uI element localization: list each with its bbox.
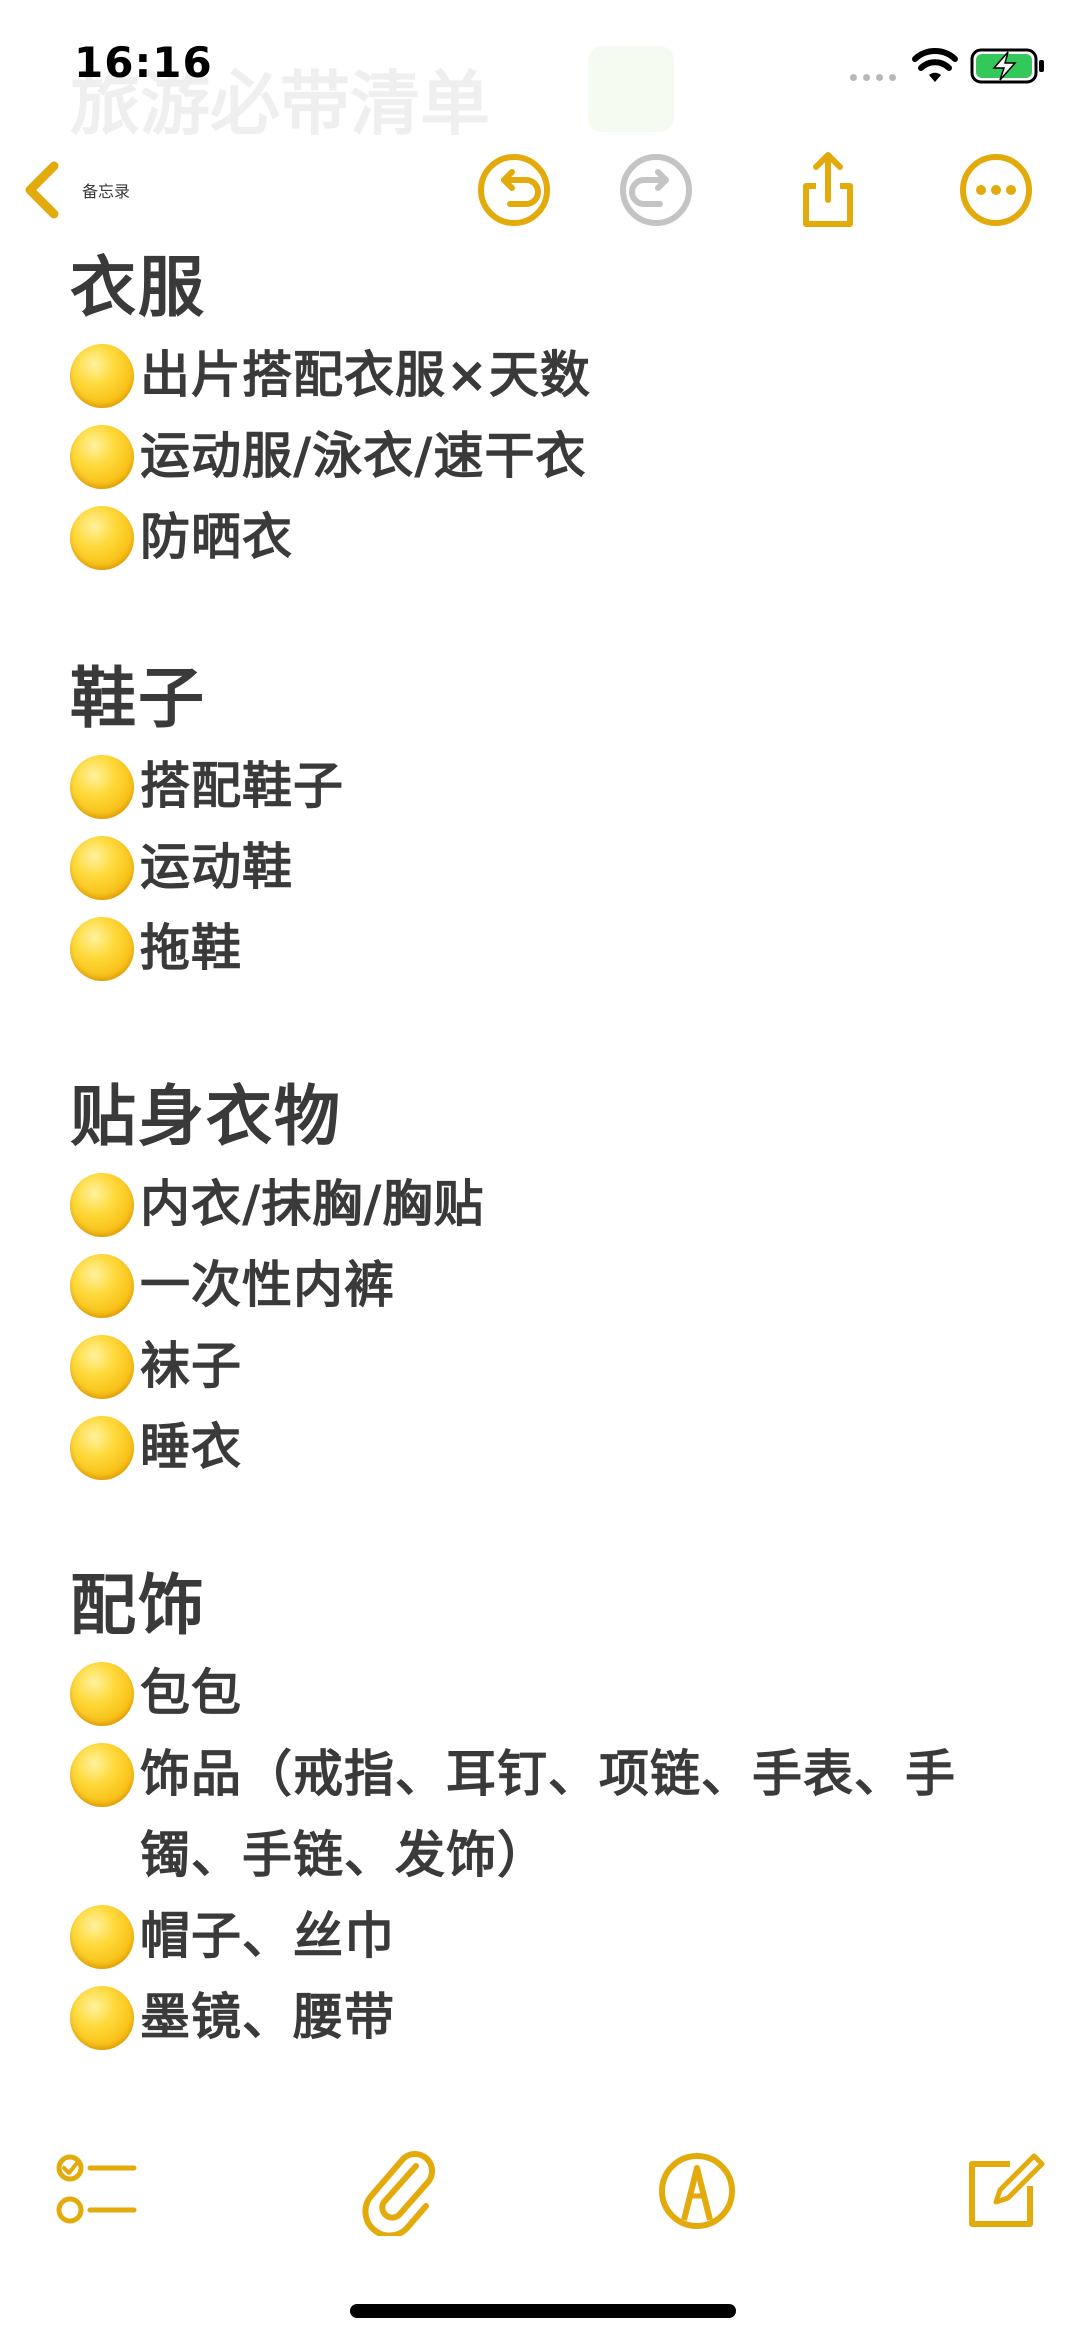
markup-button[interactable]: [652, 2146, 742, 2236]
yellow-circle-icon: [70, 836, 134, 900]
redo-button[interactable]: [616, 150, 696, 230]
list-item: 一次性内裤: [70, 1245, 1030, 1326]
checklist-icon: [56, 2154, 137, 2224]
yellow-circle-icon: [70, 506, 134, 570]
yellow-circle-icon: [70, 1335, 134, 1399]
undo-icon: [478, 154, 550, 226]
list-item: 运动服/泳衣/速干衣: [70, 416, 1030, 497]
list-item: 帽子、丝巾: [70, 1896, 1030, 1977]
section-heading-shoes: 鞋子: [70, 660, 206, 737]
yellow-circle-icon: [70, 1173, 134, 1237]
status-time: 16:16: [74, 38, 213, 87]
home-indicator[interactable]: [350, 2304, 736, 2318]
attachment-icon: [362, 2151, 435, 2239]
more-button[interactable]: [956, 150, 1036, 230]
compose-button[interactable]: [958, 2146, 1048, 2236]
list-item: 拖鞋: [70, 908, 1030, 989]
list-item: 墨镜、腰带: [70, 1977, 1030, 2058]
redo-icon: [620, 154, 692, 226]
status-bar: 旅游必带清单 16:16: [0, 0, 1080, 145]
undo-button[interactable]: [474, 150, 554, 230]
list-item: 睡衣: [70, 1407, 1030, 1488]
list-item: 运动鞋: [70, 827, 1030, 908]
more-icon: [960, 154, 1032, 226]
note-body[interactable]: 衣服 出片搭配衣服×天数 运动服/泳衣/速干衣 防晒衣 鞋子 搭配鞋子 运动鞋 …: [70, 240, 1030, 2058]
yellow-circle-icon: [70, 1416, 134, 1480]
share-button[interactable]: [788, 150, 868, 230]
yellow-circle-icon: [70, 1662, 134, 1726]
list-item: 防晒衣: [70, 497, 1030, 578]
yellow-circle-icon: [70, 1986, 134, 2050]
chevron-left-icon: [25, 161, 59, 219]
wifi-icon: [912, 48, 958, 82]
yellow-circle-icon: [70, 755, 134, 819]
yellow-circle-icon: [70, 1905, 134, 1969]
section-heading-clothes: 衣服: [70, 249, 206, 326]
battery-charging-icon: [970, 48, 1044, 84]
yellow-circle-icon: [70, 1254, 134, 1318]
share-icon: [803, 152, 853, 227]
list-item: 出片搭配衣服×天数: [70, 335, 1030, 416]
list-item: 搭配鞋子: [70, 746, 1030, 827]
section-heading-underwear: 贴身衣物: [70, 1078, 342, 1155]
list-item: 饰品（戒指、耳钉、项链、手表、手镯、手链、发饰）: [70, 1734, 1030, 1896]
list-item: 包包: [70, 1653, 1030, 1734]
bottom-toolbar: [0, 2140, 1080, 2240]
yellow-circle-icon: [70, 1743, 134, 1807]
compose-icon: [969, 2153, 1045, 2227]
nav-bar: 备忘录: [0, 140, 1080, 240]
markup-icon: [659, 2153, 735, 2229]
check-emoji-icon: [588, 46, 674, 132]
yellow-circle-icon: [70, 425, 134, 489]
list-item: 内衣/抹胸/胸贴: [70, 1164, 1030, 1245]
back-label: 备忘录: [82, 182, 131, 201]
yellow-circle-icon: [70, 344, 134, 408]
attachment-button[interactable]: [354, 2146, 444, 2239]
yellow-circle-icon: [70, 917, 134, 981]
checklist-button[interactable]: [52, 2146, 142, 2236]
list-item: 袜子: [70, 1326, 1030, 1407]
cellular-signal-icon: [850, 74, 896, 81]
section-heading-accessories: 配饰: [70, 1567, 206, 1644]
back-button[interactable]: 备忘录: [22, 152, 130, 228]
